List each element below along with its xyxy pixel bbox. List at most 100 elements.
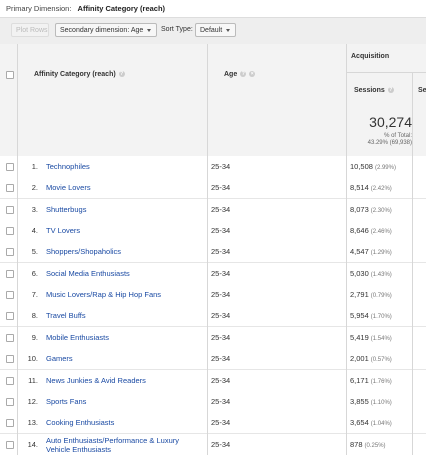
- table-row: 10. Gamers 25-34 2,001 (0.57%): [0, 348, 426, 371]
- row-checkbox[interactable]: [6, 312, 14, 321]
- row-rank: 8.: [31, 311, 38, 321]
- category-link[interactable]: TV Lovers: [46, 220, 80, 241]
- row-rank: 14.: [27, 439, 38, 449]
- table-row: 14. Auto Enthusiasts/Performance & Luxury…: [0, 433, 426, 455]
- row-checkbox[interactable]: [6, 184, 14, 193]
- sessions-cell: 2,791 (0.79%): [350, 284, 392, 307]
- column-header-age-label: Age: [224, 71, 238, 78]
- sort-type-dropdown[interactable]: Default: [195, 23, 236, 37]
- sessions-cell: 2,001 (0.57%): [350, 348, 392, 371]
- column-header-sessions[interactable]: Sessions?: [354, 87, 394, 94]
- totals-row: 30,274 % of Total: 43.29% (69,938): [0, 107, 426, 157]
- plot-rows-button[interactable]: Plot Rows: [11, 23, 49, 37]
- category-link[interactable]: Music Lovers/Rap & Hip Hop Fans: [46, 284, 161, 305]
- select-all-checkbox[interactable]: [6, 71, 14, 79]
- category-link[interactable]: Technophiles: [46, 156, 90, 177]
- row-checkbox[interactable]: [6, 205, 14, 214]
- table-row: 4. TV Lovers 25-34 8,646 (2.46%): [0, 220, 426, 243]
- sessions-cell: 10,508 (2.99%): [350, 156, 396, 179]
- sessions-pct: (1.10%): [370, 399, 392, 406]
- table-row: 3. Shutterbugs 25-34 8,073 (2.30%): [0, 198, 426, 221]
- secondary-dimension-dropdown[interactable]: Secondary dimension: Age: [55, 23, 157, 37]
- column-divider: [17, 44, 18, 455]
- category-link[interactable]: News Junkies & Avid Readers: [46, 370, 146, 391]
- column-header-next-partial[interactable]: Se: [418, 87, 426, 94]
- help-icon[interactable]: ?: [240, 71, 247, 78]
- sessions-cell: 8,646 (2.46%): [350, 220, 392, 243]
- sessions-cell: 6,171 (1.76%): [350, 370, 392, 393]
- acquisition-label: Acquisition: [351, 53, 390, 60]
- age-value: 25-34: [211, 375, 231, 385]
- row-checkbox[interactable]: [6, 355, 14, 364]
- age-value: 25-34: [211, 226, 231, 236]
- row-checkbox[interactable]: [6, 163, 14, 171]
- category-link[interactable]: Mobile Enthusiasts: [46, 327, 109, 348]
- row-checkbox[interactable]: [6, 291, 14, 300]
- primary-dimension-value[interactable]: Affinity Category (reach): [78, 4, 166, 13]
- column-divider: [207, 44, 208, 455]
- row-rank: 4.: [31, 226, 38, 236]
- age-value: 25-34: [211, 439, 231, 449]
- table-row: 1. Technophiles 25-34 10,508 (2.99%): [0, 156, 426, 178]
- sessions-pct: (0.79%): [370, 293, 392, 300]
- sessions-cell: 4,547 (1.29%): [350, 241, 392, 264]
- sessions-value: 5,954: [350, 311, 369, 321]
- table-row: 12. Sports Fans 25-34 3,855 (1.10%): [0, 390, 426, 414]
- row-rank: 13.: [27, 418, 38, 428]
- column-divider: [346, 44, 347, 455]
- remove-dimension-icon[interactable]: ×: [249, 71, 256, 78]
- row-checkbox[interactable]: [6, 419, 14, 428]
- help-icon[interactable]: ?: [118, 71, 125, 78]
- column-header-sessions-label: Sessions: [354, 87, 385, 94]
- age-value: 25-34: [211, 332, 231, 342]
- category-link[interactable]: Shoppers/Shopaholics: [46, 241, 121, 262]
- sessions-value: 8,073: [350, 204, 369, 214]
- category-link[interactable]: Cooking Enthusiasts: [46, 412, 114, 433]
- row-rank: 5.: [31, 247, 38, 257]
- sessions-pct: (1.04%): [370, 421, 392, 428]
- row-rank: 12.: [27, 396, 38, 406]
- row-checkbox[interactable]: [6, 376, 14, 385]
- row-checkbox[interactable]: [6, 333, 14, 342]
- category-link[interactable]: Auto Enthusiasts/Performance & Luxury Ve…: [46, 436, 204, 454]
- plot-rows-label: Plot Rows: [16, 27, 48, 34]
- table-row: 7. Music Lovers/Rap & Hip Hop Fans 25-34 2,…: [0, 284, 426, 307]
- category-link[interactable]: Social Media Enthusiasts: [46, 263, 130, 284]
- row-rank: 10.: [27, 354, 38, 364]
- total-pct-value: 43.29% (69,938): [367, 140, 412, 146]
- sessions-pct: (2.46%): [370, 229, 392, 236]
- table-header: Acquisition Affinity Category (reach)? A…: [0, 44, 426, 108]
- chevron-down-icon: [147, 28, 152, 32]
- sessions-pct: (1.29%): [370, 250, 392, 257]
- category-link[interactable]: Shutterbugs: [46, 199, 86, 220]
- sessions-cell: 3,855 (1.10%): [350, 391, 392, 414]
- total-pct-label: % of Total:: [384, 133, 412, 139]
- column-header-category[interactable]: Affinity Category (reach)?: [34, 71, 125, 78]
- row-rank: 2.: [31, 183, 38, 193]
- sessions-pct: (0.57%): [370, 357, 392, 364]
- category-link[interactable]: Travel Buffs: [46, 305, 86, 326]
- table-row: 11. News Junkies & Avid Readers 25-34 6,171…: [0, 369, 426, 393]
- row-checkbox[interactable]: [6, 440, 14, 449]
- sessions-pct: (0.25%): [364, 442, 386, 449]
- help-icon[interactable]: ?: [387, 87, 394, 94]
- row-rank: 7.: [31, 290, 38, 300]
- row-checkbox[interactable]: [6, 397, 14, 406]
- category-link[interactable]: Movie Lovers: [46, 177, 91, 198]
- sessions-cell: 3,654 (1.04%): [350, 412, 392, 435]
- sessions-value: 4,547: [350, 247, 369, 257]
- sessions-cell: 5,030 (1.43%): [350, 263, 392, 286]
- row-checkbox[interactable]: [6, 227, 14, 236]
- sessions-value: 2,791: [350, 290, 369, 300]
- row-checkbox[interactable]: [6, 248, 14, 257]
- category-link[interactable]: Gamers: [46, 348, 73, 369]
- column-header-age[interactable]: Age? ×: [224, 71, 256, 78]
- sessions-pct: (2.99%): [374, 165, 396, 171]
- primary-dimension-label: Primary Dimension:: [6, 4, 72, 13]
- row-rank: 6.: [31, 268, 38, 278]
- sessions-value: 8,514: [350, 183, 369, 193]
- category-link[interactable]: Sports Fans: [46, 391, 86, 412]
- row-checkbox[interactable]: [6, 269, 14, 278]
- acquisition-group-header: Acquisition: [346, 44, 426, 73]
- age-value: 25-34: [211, 354, 231, 364]
